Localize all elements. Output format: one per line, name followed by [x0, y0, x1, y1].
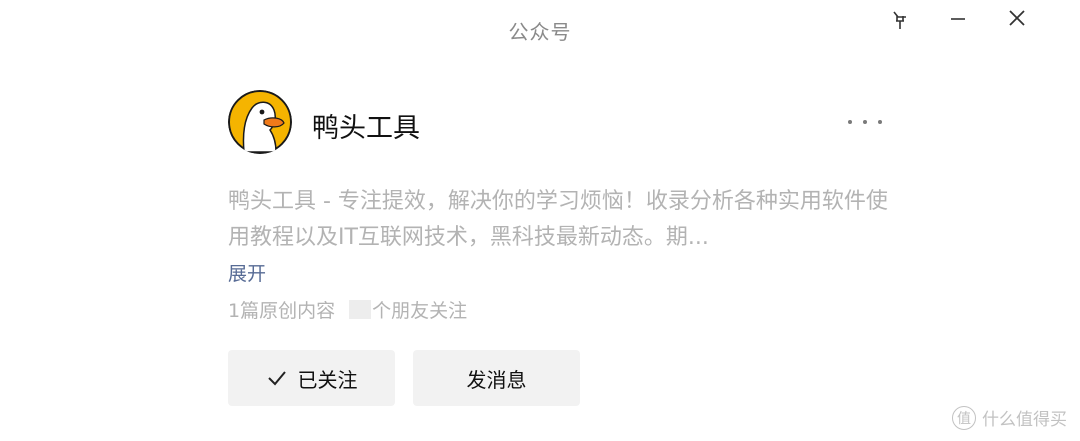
- account-name[interactable]: 鸭头工具: [312, 106, 420, 145]
- more-options-icon[interactable]: [848, 108, 882, 136]
- articles-count: 1篇原创内容: [228, 300, 336, 322]
- account-description: 鸭头工具 - 专注提效，解决你的学习烦恼！收录分析各种实用软件使用教程以及IT互…: [228, 189, 888, 250]
- followed-button[interactable]: 已关注: [228, 350, 395, 406]
- minimize-icon[interactable]: [944, 6, 972, 34]
- watermark-text: 什么值得买: [982, 410, 1067, 430]
- watermark-badge: 值: [952, 405, 976, 430]
- friends-following-text: 个朋友关注: [372, 300, 468, 322]
- send-message-label: 发消息: [466, 367, 527, 392]
- close-icon[interactable]: [1003, 6, 1031, 34]
- duck-logo-icon: [228, 90, 292, 154]
- redacted-friends-count: [349, 300, 372, 319]
- site-watermark: 值 什么值得买: [952, 405, 1067, 430]
- followed-button-label: 已关注: [297, 367, 358, 392]
- pin-icon[interactable]: [886, 6, 914, 34]
- window-title: 公众号: [508, 20, 572, 44]
- account-stats: 1篇原创内容 个朋友关注: [228, 296, 467, 323]
- checkmark-icon: [266, 369, 288, 387]
- account-avatar[interactable]: [228, 90, 292, 154]
- expand-link[interactable]: 展开: [228, 259, 266, 286]
- send-message-button[interactable]: 发消息: [413, 350, 580, 406]
